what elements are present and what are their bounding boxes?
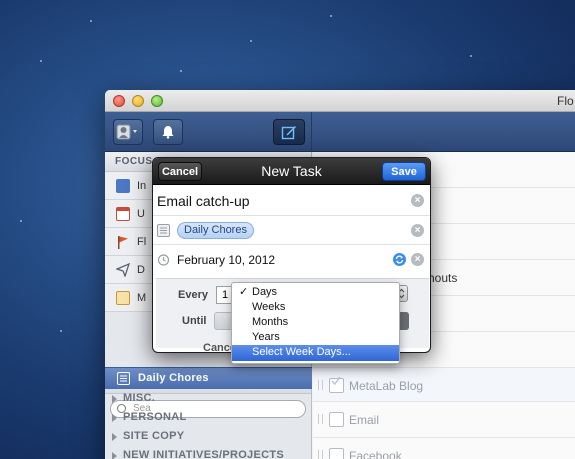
tag-row: Daily Chores × (153, 216, 430, 245)
sidebar-list-site-copy[interactable]: SITE COPY (105, 426, 312, 446)
list-label: MISC. (123, 392, 156, 404)
user-icon (116, 124, 137, 140)
drag-handle[interactable] (318, 380, 323, 390)
note-icon (116, 291, 130, 305)
clear-date-icon[interactable]: × (411, 253, 424, 266)
star (20, 220, 22, 222)
inbox-icon (116, 179, 130, 193)
toolbar (105, 112, 575, 152)
date-row: February 10, 2012 × (153, 245, 430, 274)
disclosure-triangle-icon[interactable] (112, 395, 117, 403)
task-checkbox[interactable] (329, 412, 344, 427)
menu-item-days[interactable]: ✓ Days (232, 285, 399, 300)
task-row[interactable]: Facebook (313, 438, 575, 459)
star (180, 70, 182, 72)
task-title: Email (349, 413, 380, 427)
star (60, 330, 62, 332)
clear-task-name-icon[interactable]: × (411, 194, 424, 207)
task-checkbox[interactable] (329, 448, 344, 459)
compose-icon (281, 126, 296, 140)
menu-item-label: Months (252, 316, 289, 328)
list-label: SITE COPY (123, 430, 185, 442)
title-bar: Flo (105, 90, 575, 112)
every-label: Every (178, 289, 208, 301)
drag-handle[interactable] (318, 414, 323, 424)
minimize-window-button[interactable] (132, 95, 144, 107)
task-name-row: Email catch-up × (153, 185, 430, 216)
repeat-icon[interactable] (393, 253, 406, 266)
popover-header: Cancel New Task Save (153, 158, 430, 185)
task-row[interactable]: MetaLab Blog (313, 368, 575, 402)
sidebar-item-label: In (137, 180, 147, 192)
checkmark-icon (331, 376, 341, 386)
zoom-window-button[interactable] (151, 95, 163, 107)
sidebar-item-label: U (137, 208, 145, 220)
task-name-field[interactable]: Email catch-up (157, 193, 250, 209)
toolbar-divider (311, 112, 312, 152)
save-button[interactable]: Save (382, 162, 426, 181)
list-tag[interactable]: Daily Chores (177, 222, 254, 239)
user-menu-button[interactable] (113, 119, 143, 145)
task-row[interactable]: Email (313, 402, 575, 438)
sidebar-list-misc[interactable]: MISC. (105, 388, 312, 408)
close-window-button[interactable] (113, 95, 125, 107)
list-label: Daily Chores (138, 372, 209, 384)
drag-handle[interactable] (318, 450, 323, 459)
sidebar-item-label: Fl (137, 236, 147, 248)
star (470, 55, 472, 57)
star (250, 40, 252, 42)
send-icon (116, 263, 130, 277)
list-icon (157, 224, 170, 237)
menu-item-select-week-days[interactable]: Select Week Days... (232, 345, 399, 361)
sidebar-list-new-initiatives[interactable]: NEW INITIATIVES/PROJECTS (105, 445, 312, 459)
bell-icon (162, 126, 174, 139)
menu-item-label: Years (252, 331, 280, 343)
disclosure-triangle-icon[interactable] (112, 452, 117, 459)
flag-icon (118, 236, 128, 249)
menu-item-label: Days (252, 286, 278, 298)
window-title: Flo (557, 94, 574, 108)
star (40, 60, 42, 62)
list-label: NEW INITIATIVES/PROJECTS (123, 449, 285, 459)
star (330, 15, 332, 17)
menu-item-months[interactable]: Months (232, 315, 399, 330)
menu-item-label: Weeks (252, 301, 286, 313)
due-date-value[interactable]: February 10, 2012 (177, 253, 275, 267)
notifications-button[interactable] (153, 119, 183, 145)
sidebar-list-daily-chores[interactable]: Daily Chores (105, 367, 312, 389)
task-title: Facebook (349, 449, 402, 459)
menu-item-label: Select Week Days... (252, 346, 351, 358)
alarm-clock-icon (157, 254, 170, 266)
menu-item-weeks[interactable]: Weeks (232, 300, 399, 315)
menu-item-years[interactable]: Years (232, 330, 399, 345)
task-title: MetaLab Blog (349, 379, 424, 393)
sidebar-list-personal[interactable]: PERSONAL (105, 407, 312, 427)
checkmark-icon: ✓ (239, 286, 249, 298)
sidebar-item-label: D (137, 264, 145, 276)
new-task-button[interactable] (273, 119, 305, 145)
disclosure-triangle-icon[interactable] (112, 414, 117, 422)
until-label: Until (182, 315, 207, 327)
sidebar-item-label: M (137, 292, 147, 304)
list-label: PERSONAL (123, 411, 187, 423)
calendar-icon (116, 207, 130, 221)
list-icon (117, 372, 130, 385)
repeat-unit-menu: ✓ Days Weeks Months Years Select Week Da… (231, 282, 400, 364)
star (90, 20, 92, 22)
disclosure-triangle-icon[interactable] (112, 433, 117, 441)
task-title: houts (428, 271, 458, 285)
clear-tag-icon[interactable]: × (411, 224, 424, 237)
